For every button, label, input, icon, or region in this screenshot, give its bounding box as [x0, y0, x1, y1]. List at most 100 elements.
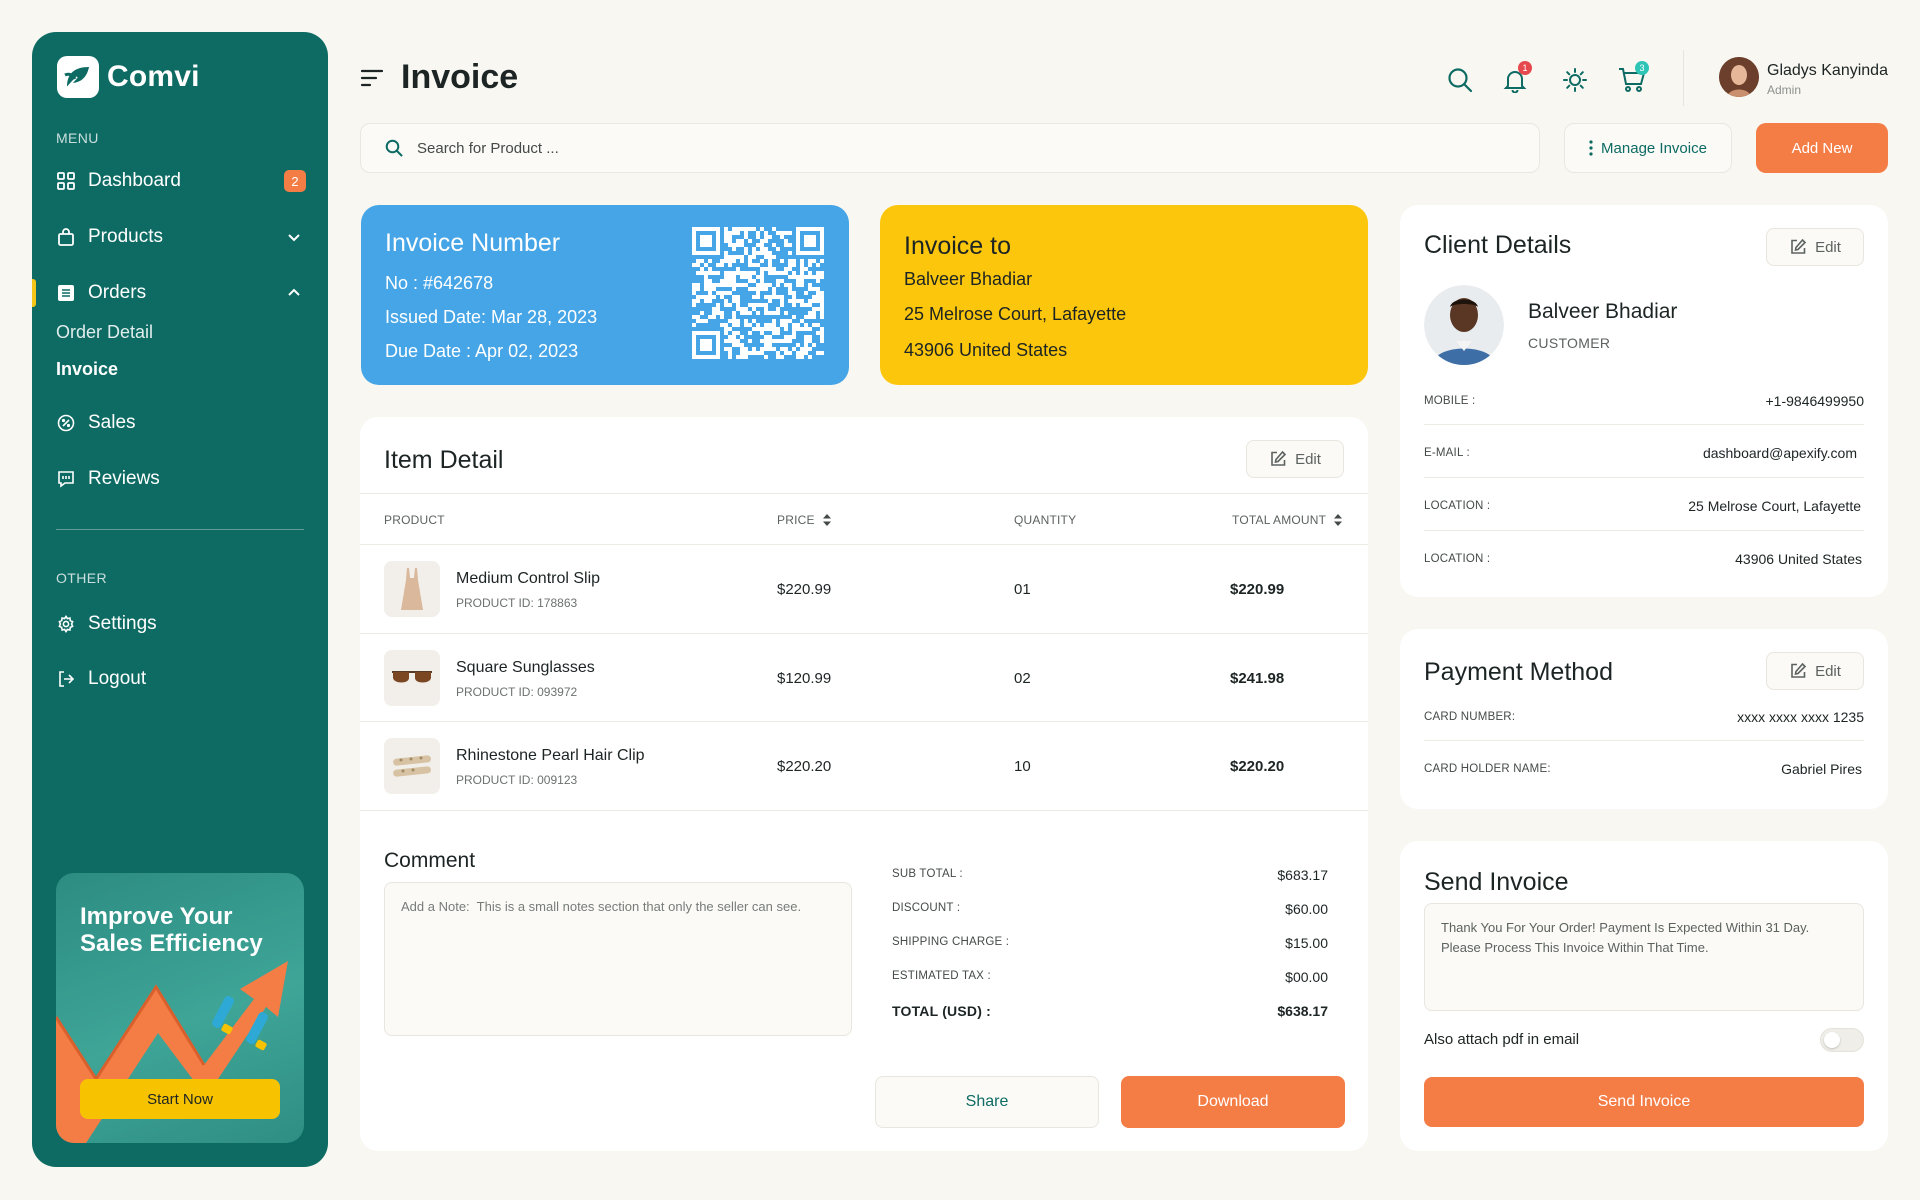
product-thumbnail[interactable] — [384, 561, 440, 617]
client-details-title: Client Details — [1424, 231, 1572, 259]
quantity-cell: 10 — [1014, 758, 1031, 775]
table-divider — [360, 810, 1368, 811]
message-icon — [56, 469, 76, 489]
send-invoice-button[interactable]: Send Invoice — [1424, 1077, 1864, 1127]
product-name[interactable]: Square Sunglasses — [456, 659, 595, 677]
send-message-field[interactable]: Thank You For Your Order! Payment Is Exp… — [1424, 903, 1864, 1011]
sidebar-item-logout[interactable]: Logout — [32, 661, 328, 697]
product-thumbnail[interactable] — [384, 738, 440, 794]
mobile-value: +1-9846499950 — [1765, 393, 1865, 409]
notification-button[interactable]: 1 — [1500, 61, 1532, 95]
email-value[interactable]: dashboard@apexify.com — [1703, 445, 1857, 461]
sun-icon[interactable] — [1560, 65, 1590, 95]
tax-value: $00.00 — [1285, 969, 1328, 985]
total-cell: $220.99 — [1230, 581, 1285, 598]
list-icon — [56, 283, 76, 303]
header-divider — [1683, 50, 1684, 106]
column-header-price[interactable]: PRICE — [777, 513, 831, 527]
product-id: PRODUCT ID: 093972 — [456, 685, 578, 699]
brand[interactable]: Comvi — [57, 56, 200, 98]
sidebar-item-settings[interactable]: Settings — [32, 606, 328, 642]
column-header-total-amount[interactable]: TOTAL AMOUNT — [1232, 513, 1343, 527]
menu-section-label: MENU — [56, 130, 99, 146]
avatar[interactable] — [1719, 57, 1759, 97]
sidebar: Comvi MENU Dashboard 2 Products Orders O… — [32, 32, 328, 1167]
product-name[interactable]: Medium Control Slip — [456, 570, 600, 588]
client-edit-button[interactable]: Edit — [1766, 228, 1864, 266]
notification-count-badge: 1 — [1518, 61, 1532, 75]
client-role: CUSTOMER — [1528, 335, 1611, 351]
share-button[interactable]: Share — [875, 1076, 1099, 1128]
slip-dress-icon — [401, 568, 423, 610]
attach-pdf-label: Also attach pdf in email — [1424, 1031, 1580, 1048]
search-bar[interactable] — [360, 123, 1540, 173]
menu-toggle-icon[interactable] — [360, 68, 384, 88]
sidebar-item-reviews[interactable]: Reviews — [32, 461, 328, 497]
sidebar-subitem-invoice[interactable]: Invoice — [56, 359, 118, 380]
total-label: TOTAL (USD) : — [892, 1003, 992, 1019]
total-value: $638.17 — [1277, 1003, 1328, 1019]
row-divider — [1424, 740, 1864, 741]
invoice-number-title: Invoice Number — [385, 229, 561, 257]
field-label: MOBILE : — [1424, 395, 1476, 407]
table-divider — [360, 544, 1368, 545]
sidebar-item-dashboard[interactable]: Dashboard 2 — [32, 163, 328, 199]
invoice-to-title: Invoice to — [904, 232, 1012, 260]
start-now-button[interactable]: Start Now — [80, 1079, 280, 1119]
sidebar-item-label: Products — [88, 226, 163, 247]
client-avatar[interactable] — [1424, 285, 1504, 365]
edit-label: Edit — [1295, 450, 1321, 468]
subtotal-label: SUB TOTAL : — [892, 868, 963, 880]
sort-icon — [822, 514, 831, 526]
comment-field[interactable] — [384, 882, 852, 1036]
edit-icon — [1789, 662, 1807, 680]
sidebar-item-sales[interactable]: Sales — [32, 405, 328, 441]
badge-percent-icon — [56, 413, 76, 433]
subtotal-value: $683.17 — [1277, 867, 1328, 883]
due-date: Due Date : Apr 02, 2023 — [385, 341, 579, 361]
payment-edit-button[interactable]: Edit — [1766, 652, 1864, 690]
client-name: Balveer Bhadiar — [1528, 300, 1678, 323]
location-value: 25 Melrose Court, Lafayette — [1688, 498, 1861, 514]
promo-card: Improve Your Sales Efficiency Start Now — [56, 873, 304, 1143]
product-name[interactable]: Rhinestone Pearl Hair Clip — [456, 747, 645, 765]
payment-method-title: Payment Method — [1424, 658, 1613, 686]
download-button[interactable]: Download — [1121, 1076, 1345, 1128]
field-label: LOCATION : — [1424, 500, 1491, 512]
comment-title: Comment — [384, 849, 476, 872]
chevron-down-icon[interactable] — [286, 229, 302, 245]
qr-code-icon — [692, 227, 824, 359]
search-input[interactable] — [417, 139, 1317, 157]
manage-invoice-button[interactable]: Manage Invoice — [1564, 123, 1732, 173]
price-cell: $220.20 — [777, 758, 832, 775]
chevron-up-icon[interactable] — [286, 285, 302, 301]
edit-label: Edit — [1815, 238, 1841, 256]
table-divider — [360, 633, 1368, 634]
brand-name: Comvi — [107, 60, 200, 93]
product-id: PRODUCT ID: 178863 — [456, 596, 578, 610]
sidebar-item-products[interactable]: Products — [32, 219, 328, 255]
shipping-value: $15.00 — [1285, 935, 1328, 951]
total-cell: $241.98 — [1230, 670, 1285, 687]
edit-icon — [1269, 450, 1287, 468]
add-new-button[interactable]: Add New — [1756, 123, 1888, 173]
product-id: PRODUCT ID: 009123 — [456, 773, 578, 787]
sort-icon — [1334, 514, 1343, 526]
search-icon — [385, 139, 403, 157]
sidebar-item-label: Dashboard — [88, 170, 181, 191]
product-thumbnail[interactable] — [384, 650, 440, 706]
search-icon[interactable] — [1445, 65, 1475, 95]
table-divider — [360, 493, 1368, 494]
manage-invoice-label: Manage Invoice — [1601, 139, 1707, 157]
attach-pdf-toggle[interactable] — [1820, 1028, 1864, 1052]
sidebar-subitem-order-detail[interactable]: Order Detail — [56, 322, 153, 343]
comment-input[interactable] — [385, 883, 851, 1035]
invoice-to-address-line2: 43906 United States — [904, 340, 1068, 360]
invoice-number-card: Invoice Number No : #642678 Issued Date:… — [361, 205, 849, 385]
item-detail-edit-button[interactable]: Edit — [1246, 440, 1344, 478]
promo-title: Improve Your Sales Efficiency — [80, 903, 263, 957]
item-detail-title: Item Detail — [384, 446, 504, 474]
sidebar-item-orders[interactable]: Orders — [32, 275, 328, 311]
cart-button[interactable]: 3 — [1617, 61, 1649, 95]
invoice-number: No : #642678 — [385, 273, 494, 293]
